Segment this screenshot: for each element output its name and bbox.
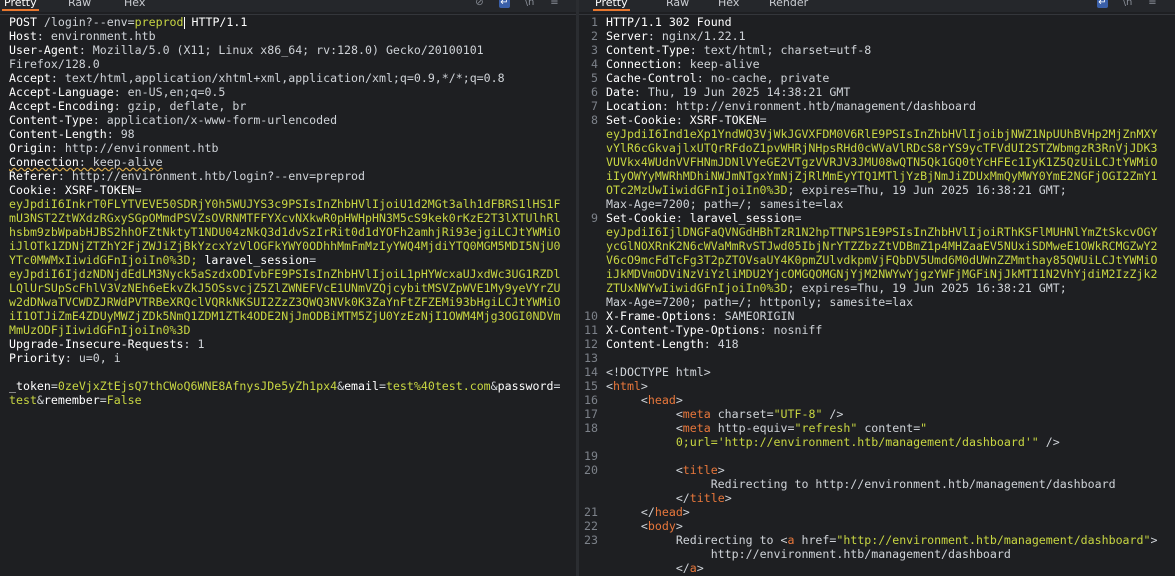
cookie-value-line: w2dDNwaTVCWDZJRWdPVTRBeXRQclVQRkNKSUI2Zz…: [9, 295, 561, 309]
cookie-value-line: hsbm9zbWpabHJBS2hhOFZtNktyT1NDU04zNkQ3d1…: [9, 225, 561, 239]
header-line: User-Agent: Mozilla/5.0 (X11; Linux x86_…: [9, 43, 484, 57]
header-line: Accept: text/html,application/xhtml+xml,…: [9, 71, 505, 85]
tab-raw[interactable]: Raw: [68, 0, 91, 9]
response-line: 1 HTTP/1.1 302 Found: [591, 15, 732, 29]
response-line: 22 <body>: [584, 519, 683, 533]
newline-icon[interactable]: \n: [524, 0, 535, 8]
request-body: _token=0zeVjxZtEjsQ7thCWoQ6WNE8AfnysJDe5…: [9, 379, 561, 393]
response-line: 12 Content-Length: 418: [584, 337, 739, 351]
response-line: 21 </head>: [584, 505, 690, 519]
set-cookie-value: vYlR6cGkvajlxUTQrRFdoZ1pvWHRjNHpsRHd0cWV…: [606, 141, 1158, 155]
header-line: Accept-Language: en-US,en;q=0.5: [9, 85, 226, 99]
header-line: Accept-Encoding: gzip, deflate, br: [9, 99, 247, 113]
response-line: 13: [584, 351, 598, 365]
tab-hex[interactable]: Hex: [124, 0, 145, 9]
request-pane: Pretty Raw Hex ⊘ ↵ \n ≡ POST /login?--env=p…: [0, 0, 576, 576]
response-line: 18 <meta http-equiv="refresh" content=" …: [584, 421, 1060, 449]
response-line: 19: [584, 449, 598, 463]
response-line: 5 Cache-Control: no-cache, private: [591, 71, 830, 85]
wrap-lines-icon[interactable]: ↵: [499, 0, 510, 8]
response-tabs: Pretty Raw Hex Render ↵ \n ≡: [579, 0, 1175, 12]
response-line: 17 <meta charset="UTF-8" />: [584, 407, 844, 421]
tab-hex[interactable]: Hex: [718, 0, 739, 9]
wrap-lines-icon[interactable]: ↵: [1097, 0, 1108, 8]
response-line: 3 Content-Type: text/html; charset=utf-8: [591, 43, 872, 57]
cookie-value-line: YTc0MWMxIiwidGFnIjoiIn0%3D; laravel_sess…: [9, 253, 317, 267]
newline-icon[interactable]: \n: [1122, 0, 1133, 8]
cookie-value-line: iJlOTk1ZDNjZTZhY2FjZWJiZjBkYzcxYzVlOGFkY…: [9, 239, 561, 253]
header-line: Content-Length: 98: [9, 127, 135, 141]
set-cookie-value: iIyOWYyMWRhMDhiNWJmNTgxYmNjZjRlMmEyYTQ1M…: [606, 169, 1158, 183]
header-line: Firefox/128.0: [9, 57, 100, 71]
tab-raw[interactable]: Raw: [666, 0, 689, 9]
cookie-header: Cookie: XSRF-TOKEN=: [9, 183, 142, 197]
set-cookie-value: VUVkx4WUdnVVFHNmJDNlVYeGE2VTgzVVRJV3JMU0…: [606, 155, 1158, 169]
header-line: Content-Type: application/x-www-form-url…: [9, 113, 338, 127]
response-line: 23 Redirecting to <a href="http://enviro…: [584, 533, 1158, 575]
header-line: Host: environment.htb: [9, 29, 156, 43]
cookie-value-line: iI1OTJiZmE4ZDUyMWZjZDk5NmQ1ZDM1ZTk4ODE2N…: [9, 309, 561, 323]
request-body: test&remember=False: [9, 393, 142, 407]
set-cookie-value: V6cO9mcFdTcFg3T2pZTOVsaUY4K0pmZUlvdkpmVj…: [606, 253, 1158, 267]
header-line: Connection: keep-alive: [9, 155, 163, 169]
cookie-value-line: LQlUrSUpScFhlV3VzNEh6eEkvZkJ5OSsvcjZ5ZlZ…: [9, 281, 561, 295]
response-line: 14 <!DOCTYPE html>: [584, 365, 711, 379]
header-line: Upgrade-Insecure-Requests: 1: [9, 337, 205, 351]
response-line: 11 X-Content-Type-Options: nosniff: [584, 323, 823, 337]
response-editor[interactable]: 1 HTTP/1.1 302 Found 2 Server: nginx/1.22.…: [579, 14, 1175, 576]
cookie-value-line: eyJpdiI6InkrT0FLYTVEVE50SDRjY0h5WUJYS3c9…: [9, 197, 561, 211]
header-line: Referer: http://environment.htb/login?--…: [9, 169, 366, 183]
response-line: 16 <head>: [584, 393, 683, 407]
request-editor[interactable]: POST /login?--env=preprod HTTP/1.1 Host:…: [0, 14, 576, 576]
response-toolbar: ↵ \n ≡: [1083, 0, 1158, 10]
tab-render[interactable]: Render: [769, 0, 808, 9]
request-toolbar: ⊘ ↵ \n ≡: [460, 0, 560, 10]
response-line: 7 Location: http://environment.htb/manage…: [591, 99, 976, 113]
request-line: POST /login?--env=preprod HTTP/1.1: [9, 15, 248, 29]
response-line: 10 X-Frame-Options: SAMEORIGIN: [584, 309, 795, 323]
cookie-value-line: eyJpdiI6IjdzNDNjdEdLM3Nyck5aSzdxODIvbFE9…: [9, 267, 561, 281]
menu-icon[interactable]: ≡: [1147, 0, 1158, 8]
response-line: 9 Set-Cookie: laravel_session= eyJpdiI6I…: [579, 211, 1175, 309]
eye-slash-icon[interactable]: ⊘: [474, 0, 485, 8]
set-cookie-value: eyJpdiI6IjlDNGFaQVNGdHBhTzR1N2hpTTNPS1E9…: [606, 225, 1158, 239]
text-cursor: [183, 16, 185, 29]
header-line: Origin: http://environment.htb: [9, 141, 219, 155]
tab-pretty[interactable]: Pretty: [593, 0, 630, 11]
response-line: 2 Server: nginx/1.22.1: [591, 29, 746, 43]
set-cookie-value: ycGlNOXRnK2N6cWVaMmRvSTJwd05IbjNrYTZZbzZ…: [606, 239, 1158, 253]
menu-icon[interactable]: ≡: [549, 0, 560, 8]
response-pane: Pretty Raw Hex Render ↵ \n ≡ 1 HTTP/1.1 302…: [579, 0, 1175, 576]
response-line: 20 <title> Redirecting to http://environ…: [584, 463, 1116, 505]
response-line: 15 <html>: [584, 379, 648, 393]
set-cookie-value: iJkMDVmODViNzViYzliMDU2YjcOMGQOMGNjYjM2N…: [606, 267, 1158, 281]
request-tabs: Pretty Raw Hex ⊘ ↵ \n ≡: [0, 0, 576, 12]
response-line: 4 Connection: keep-alive: [591, 57, 760, 71]
header-line: Priority: u=0, i: [9, 351, 121, 365]
set-cookie-value: eyJpdiI6Ind1eXp1YndWQ3VjWkJGVXFDM0V6RlE9…: [606, 127, 1158, 141]
response-line: 6 Date: Thu, 19 Jun 2025 14:38:21 GMT: [591, 85, 851, 99]
tab-pretty[interactable]: Pretty: [2, 0, 39, 11]
response-line: 8 Set-Cookie: XSRF-TOKEN= eyJpdiI6Ind1eX…: [579, 113, 1175, 211]
cookie-value-line: mU3NST2ZtWXdzRGxySGpOMmdPSVZsOVRNMTFFYXc…: [9, 211, 561, 225]
cookie-value-line: MmUzODFjIiwidGFnIjoiIn0%3D: [9, 323, 191, 337]
